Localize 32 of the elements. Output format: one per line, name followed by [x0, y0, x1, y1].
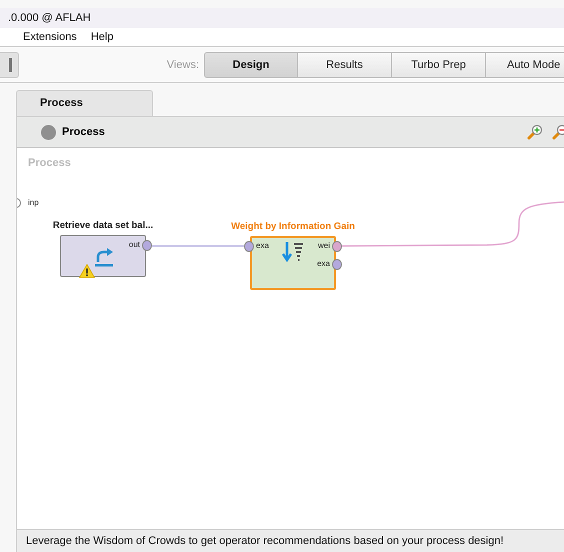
curved-arrow-icon — [93, 248, 115, 268]
zoom-in-icon[interactable] — [527, 124, 543, 140]
sort-descending-icon — [282, 241, 306, 265]
input-port[interactable] — [244, 241, 254, 252]
port-label: wei — [318, 241, 330, 250]
view-tab[interactable]: Design — [204, 52, 298, 78]
port-label: exa — [317, 259, 330, 268]
operator-box[interactable] — [250, 236, 336, 290]
output-port[interactable] — [332, 259, 342, 270]
port-label: out — [128, 240, 140, 249]
status-message: Leverage the Wisdom of Crowds to get operator recommendations based on your process design! — [16, 529, 564, 552]
port-label: exa — [256, 241, 269, 250]
menu-item[interactable]: Extensions — [23, 31, 77, 43]
output-port[interactable] — [142, 240, 152, 251]
operator-name: Weight by Information Gain — [230, 221, 356, 232]
operator-box[interactable] — [60, 235, 146, 277]
view-tab[interactable]: Results — [298, 52, 392, 78]
breadcrumb[interactable]: Process — [62, 126, 105, 138]
canvas-label: Process — [28, 157, 71, 169]
menu-item[interactable]: Help — [90, 31, 114, 43]
zoom-out-icon[interactable] — [552, 124, 564, 140]
output-port[interactable] — [332, 241, 342, 252]
views-label: Views: — [166, 58, 199, 70]
connection-line[interactable] — [152, 245, 244, 247]
port-label: inp — [28, 198, 39, 207]
window-title: .0.000 @ AFLAH — [8, 11, 91, 26]
toolbar-button[interactable] — [0, 52, 19, 78]
view-tab[interactable]: Turbo Prep — [392, 52, 486, 78]
view-tab[interactable]: Auto Mode — [486, 52, 564, 78]
operator-name: Retrieve data set bal... — [52, 220, 154, 231]
process-icon — [41, 124, 56, 140]
process-tab[interactable]: Process — [16, 90, 153, 116]
